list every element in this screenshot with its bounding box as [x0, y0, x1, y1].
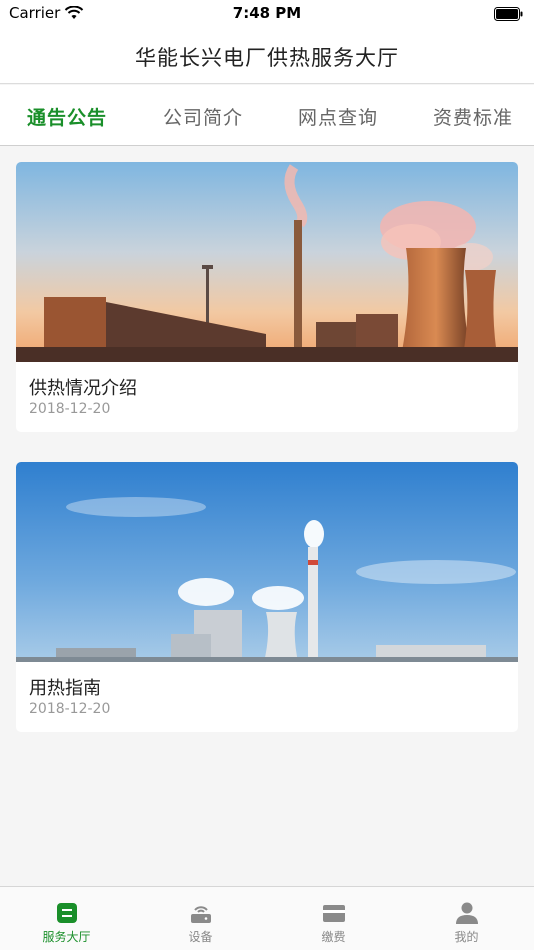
- card-payment-icon: [323, 905, 345, 922]
- service-hall-icon: [57, 903, 77, 923]
- article-card[interactable]: 用热指南 2018-12-20: [16, 462, 518, 732]
- article-image: [16, 162, 518, 362]
- article-date: 2018-12-20: [29, 401, 111, 417]
- article-title: 用热指南: [29, 678, 101, 699]
- category-tabs: 通告公告 公司简介 网点查询 资费标准: [0, 85, 534, 146]
- tab-fee-standards[interactable]: 资费标准: [433, 103, 513, 130]
- tabbar-item-service-hall[interactable]: 服务大厅: [0, 887, 133, 950]
- tabbar-item-device[interactable]: 设备: [134, 887, 267, 950]
- tabbar-label: 我的: [454, 930, 479, 944]
- tab-notices[interactable]: 通告公告: [27, 103, 107, 130]
- bottom-tab-bar: 服务大厅 设备 缴费 我的: [0, 886, 534, 950]
- router-device-icon: [191, 906, 211, 923]
- status-time: 7:48 PM: [232, 4, 302, 22]
- tabbar-label: 设备: [188, 930, 213, 944]
- status-bar: Carrier 7:48 PM: [0, 0, 534, 28]
- tabbar-label: 服务大厅: [42, 930, 91, 944]
- battery-icon: [494, 7, 523, 21]
- article-date: 2018-12-20: [29, 701, 111, 717]
- tab-outlet-search[interactable]: 网点查询: [298, 103, 378, 130]
- tab-company-intro[interactable]: 公司简介: [163, 103, 243, 130]
- article-title: 供热情况介绍: [29, 378, 137, 399]
- navigation-bar: 华能长兴电厂供热服务大厅: [0, 28, 534, 84]
- page-title: 华能长兴电厂供热服务大厅: [135, 46, 399, 70]
- user-profile-icon: [456, 902, 478, 924]
- tabbar-item-payment[interactable]: 缴费: [267, 887, 400, 950]
- tabbar-item-mine[interactable]: 我的: [400, 887, 533, 950]
- tabbar-label: 缴费: [321, 930, 346, 944]
- article-image: [16, 462, 518, 662]
- article-card[interactable]: 供热情况介绍 2018-12-20: [16, 162, 518, 432]
